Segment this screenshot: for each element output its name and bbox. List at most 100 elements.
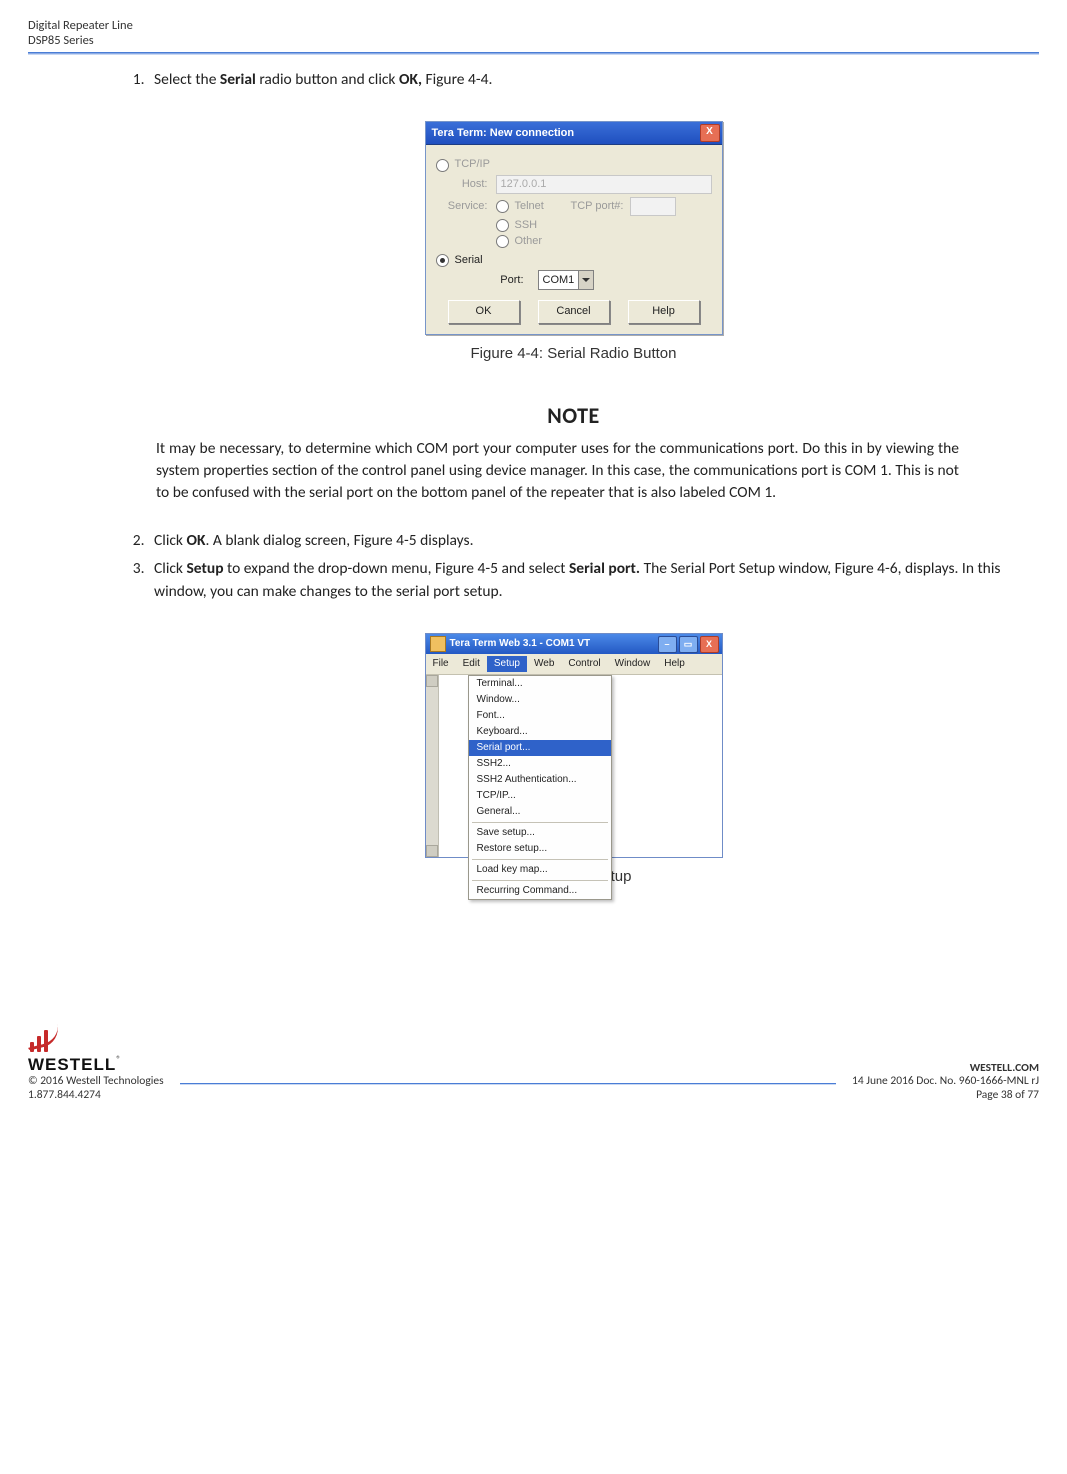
menu-setup[interactable]: Setup	[487, 656, 527, 672]
footer-copyright: © 2016 Westell Technologies	[28, 1075, 164, 1089]
step-1-text: Select the	[154, 70, 220, 89]
step-3-text: Click	[154, 559, 186, 578]
step-list: Select the Serial radio button and click…	[108, 69, 1039, 91]
step-1-bold-ok: OK,	[399, 70, 422, 89]
app-icon	[430, 636, 446, 652]
figure-4-4: Tera Term: New connection X TCP/IP Host:…	[108, 121, 1039, 363]
mi-ssh2-auth[interactable]: SSH2 Authentication...	[469, 772, 611, 788]
serial-label: Serial	[455, 254, 483, 267]
note-heading: NOTE	[108, 403, 1039, 429]
step-3: Click Setup to expand the drop-down menu…	[148, 558, 1039, 603]
window-titlebar: Tera Term Web 3.1 - COM1 VT – ▭ X	[426, 634, 722, 654]
serial-radio[interactable]	[436, 254, 449, 267]
mi-keyboard[interactable]: Keyboard...	[469, 724, 611, 740]
help-button[interactable]: Help	[628, 300, 700, 324]
step-2-bold-ok: OK	[186, 531, 205, 550]
menu-window[interactable]: Window	[608, 656, 658, 672]
vertical-scrollbar[interactable]	[426, 675, 439, 857]
window-title: Tera Term Web 3.1 - COM1 VT	[450, 638, 591, 650]
westell-logo-icon	[28, 1026, 58, 1052]
footer-docline: 14 June 2016 Doc. No. 960-1666-MNL rJ	[852, 1075, 1039, 1089]
menu-web[interactable]: Web	[527, 656, 561, 672]
tcp-port-label: TCP port#:	[571, 200, 624, 213]
step-2: Click OK. A blank dialog screen, Figure …	[148, 530, 1039, 552]
dialog-titlebar: Tera Term: New connection X	[426, 122, 722, 145]
tcpip-radio[interactable]	[436, 159, 449, 172]
step-3-bold-setup: Setup	[186, 559, 223, 578]
step-1-bold-serial: Serial	[220, 70, 256, 89]
menu-separator	[472, 880, 608, 881]
step-2-text2: . A blank dialog screen, Figure 4-5 disp…	[205, 531, 473, 550]
mi-load-keymap[interactable]: Load key map...	[469, 862, 611, 878]
dialog-body: TCP/IP Host: 127.0.0.1 Service: Telnet T…	[426, 145, 722, 334]
mi-serial-port[interactable]: Serial port...	[469, 740, 611, 756]
brand-name: WESTELL	[28, 1055, 116, 1074]
service-ssh-label: SSH	[515, 219, 538, 232]
menu-file[interactable]: File	[426, 656, 456, 672]
host-value: 127.0.0.1	[501, 178, 547, 191]
footer-page: Page 38 of 77	[852, 1089, 1039, 1103]
mi-restore-setup[interactable]: Restore setup...	[469, 841, 611, 857]
service-ssh-radio[interactable]	[496, 219, 509, 232]
mi-font[interactable]: Font...	[469, 708, 611, 724]
ok-button[interactable]: OK	[448, 300, 520, 324]
mi-terminal[interactable]: Terminal...	[469, 676, 611, 692]
port-label: Port:	[436, 274, 524, 287]
mi-ssh2[interactable]: SSH2...	[469, 756, 611, 772]
service-telnet-label: Telnet	[515, 200, 571, 213]
header-divider	[28, 52, 1039, 55]
host-label: Host:	[436, 178, 488, 191]
close-icon[interactable]: X	[700, 124, 720, 142]
menu-edit[interactable]: Edit	[456, 656, 487, 672]
close-icon[interactable]: X	[700, 636, 719, 653]
menubar: File Edit Setup Web Control Window Help	[426, 654, 722, 675]
mi-general[interactable]: General...	[469, 804, 611, 820]
mi-window[interactable]: Window...	[469, 692, 611, 708]
tcp-port-input[interactable]	[630, 197, 676, 216]
step-3-bold-serialport: Serial port.	[569, 559, 640, 578]
menu-separator	[472, 822, 608, 823]
terminal-client-area: Terminal... Window... Font... Keyboard..…	[426, 675, 722, 857]
dialog-title: Tera Term: New connection	[432, 127, 575, 140]
step-list-cont: Click OK. A blank dialog screen, Figure …	[108, 530, 1039, 603]
menu-separator	[472, 859, 608, 860]
mi-save-setup[interactable]: Save setup...	[469, 825, 611, 841]
step-1-text3: Figure 4-4.	[422, 70, 492, 89]
mi-recurring-cmd[interactable]: Recurring Command...	[469, 883, 611, 899]
service-other-label: Other	[515, 235, 543, 248]
menu-help[interactable]: Help	[657, 656, 692, 672]
maximize-icon[interactable]: ▭	[679, 636, 698, 653]
page-header: Digital Repeater Line DSP85 Series	[28, 18, 1039, 48]
scroll-down-icon[interactable]	[426, 845, 438, 857]
chevron-down-icon	[578, 271, 593, 289]
figure-4-5: Tera Term Web 3.1 - COM1 VT – ▭ X File E…	[108, 633, 1039, 886]
figure-4-4-caption: Figure 4-4: Serial Radio Button	[108, 345, 1039, 363]
scroll-up-icon[interactable]	[426, 675, 438, 687]
footer-phone: 1.877.844.4274	[28, 1089, 164, 1103]
cancel-button[interactable]: Cancel	[538, 300, 610, 324]
step-2-text: Click	[154, 531, 186, 550]
service-label: Service:	[436, 200, 488, 213]
header-line1: Digital Repeater Line	[28, 18, 1039, 33]
step-1: Select the Serial radio button and click…	[148, 69, 1039, 91]
port-combo[interactable]: COM1	[538, 270, 595, 290]
menu-control[interactable]: Control	[561, 656, 607, 672]
teraterm-new-connection-dialog: Tera Term: New connection X TCP/IP Host:…	[425, 121, 723, 335]
document-body: Select the Serial radio button and click…	[108, 69, 1039, 886]
header-line2: DSP85 Series	[28, 33, 1039, 48]
teraterm-main-window: Tera Term Web 3.1 - COM1 VT – ▭ X File E…	[425, 633, 723, 858]
step-1-text2: radio button and click	[256, 70, 399, 89]
footer-site: WESTELL.COM	[852, 1062, 1039, 1076]
registered-icon: ®	[116, 1054, 121, 1065]
setup-dropdown: Terminal... Window... Font... Keyboard..…	[468, 675, 612, 900]
service-telnet-radio[interactable]	[496, 200, 509, 213]
mi-tcpip[interactable]: TCP/IP...	[469, 788, 611, 804]
step-3-text2: to expand the drop-down menu, Figure 4-5…	[224, 559, 569, 578]
host-input[interactable]: 127.0.0.1	[496, 175, 712, 194]
footer-logo	[28, 1026, 164, 1052]
note-body: It may be necessary, to determine which …	[156, 438, 959, 504]
footer-divider	[180, 1083, 836, 1085]
service-other-radio[interactable]	[496, 235, 509, 248]
minimize-icon[interactable]: –	[658, 636, 677, 653]
port-combo-value: COM1	[543, 274, 575, 287]
